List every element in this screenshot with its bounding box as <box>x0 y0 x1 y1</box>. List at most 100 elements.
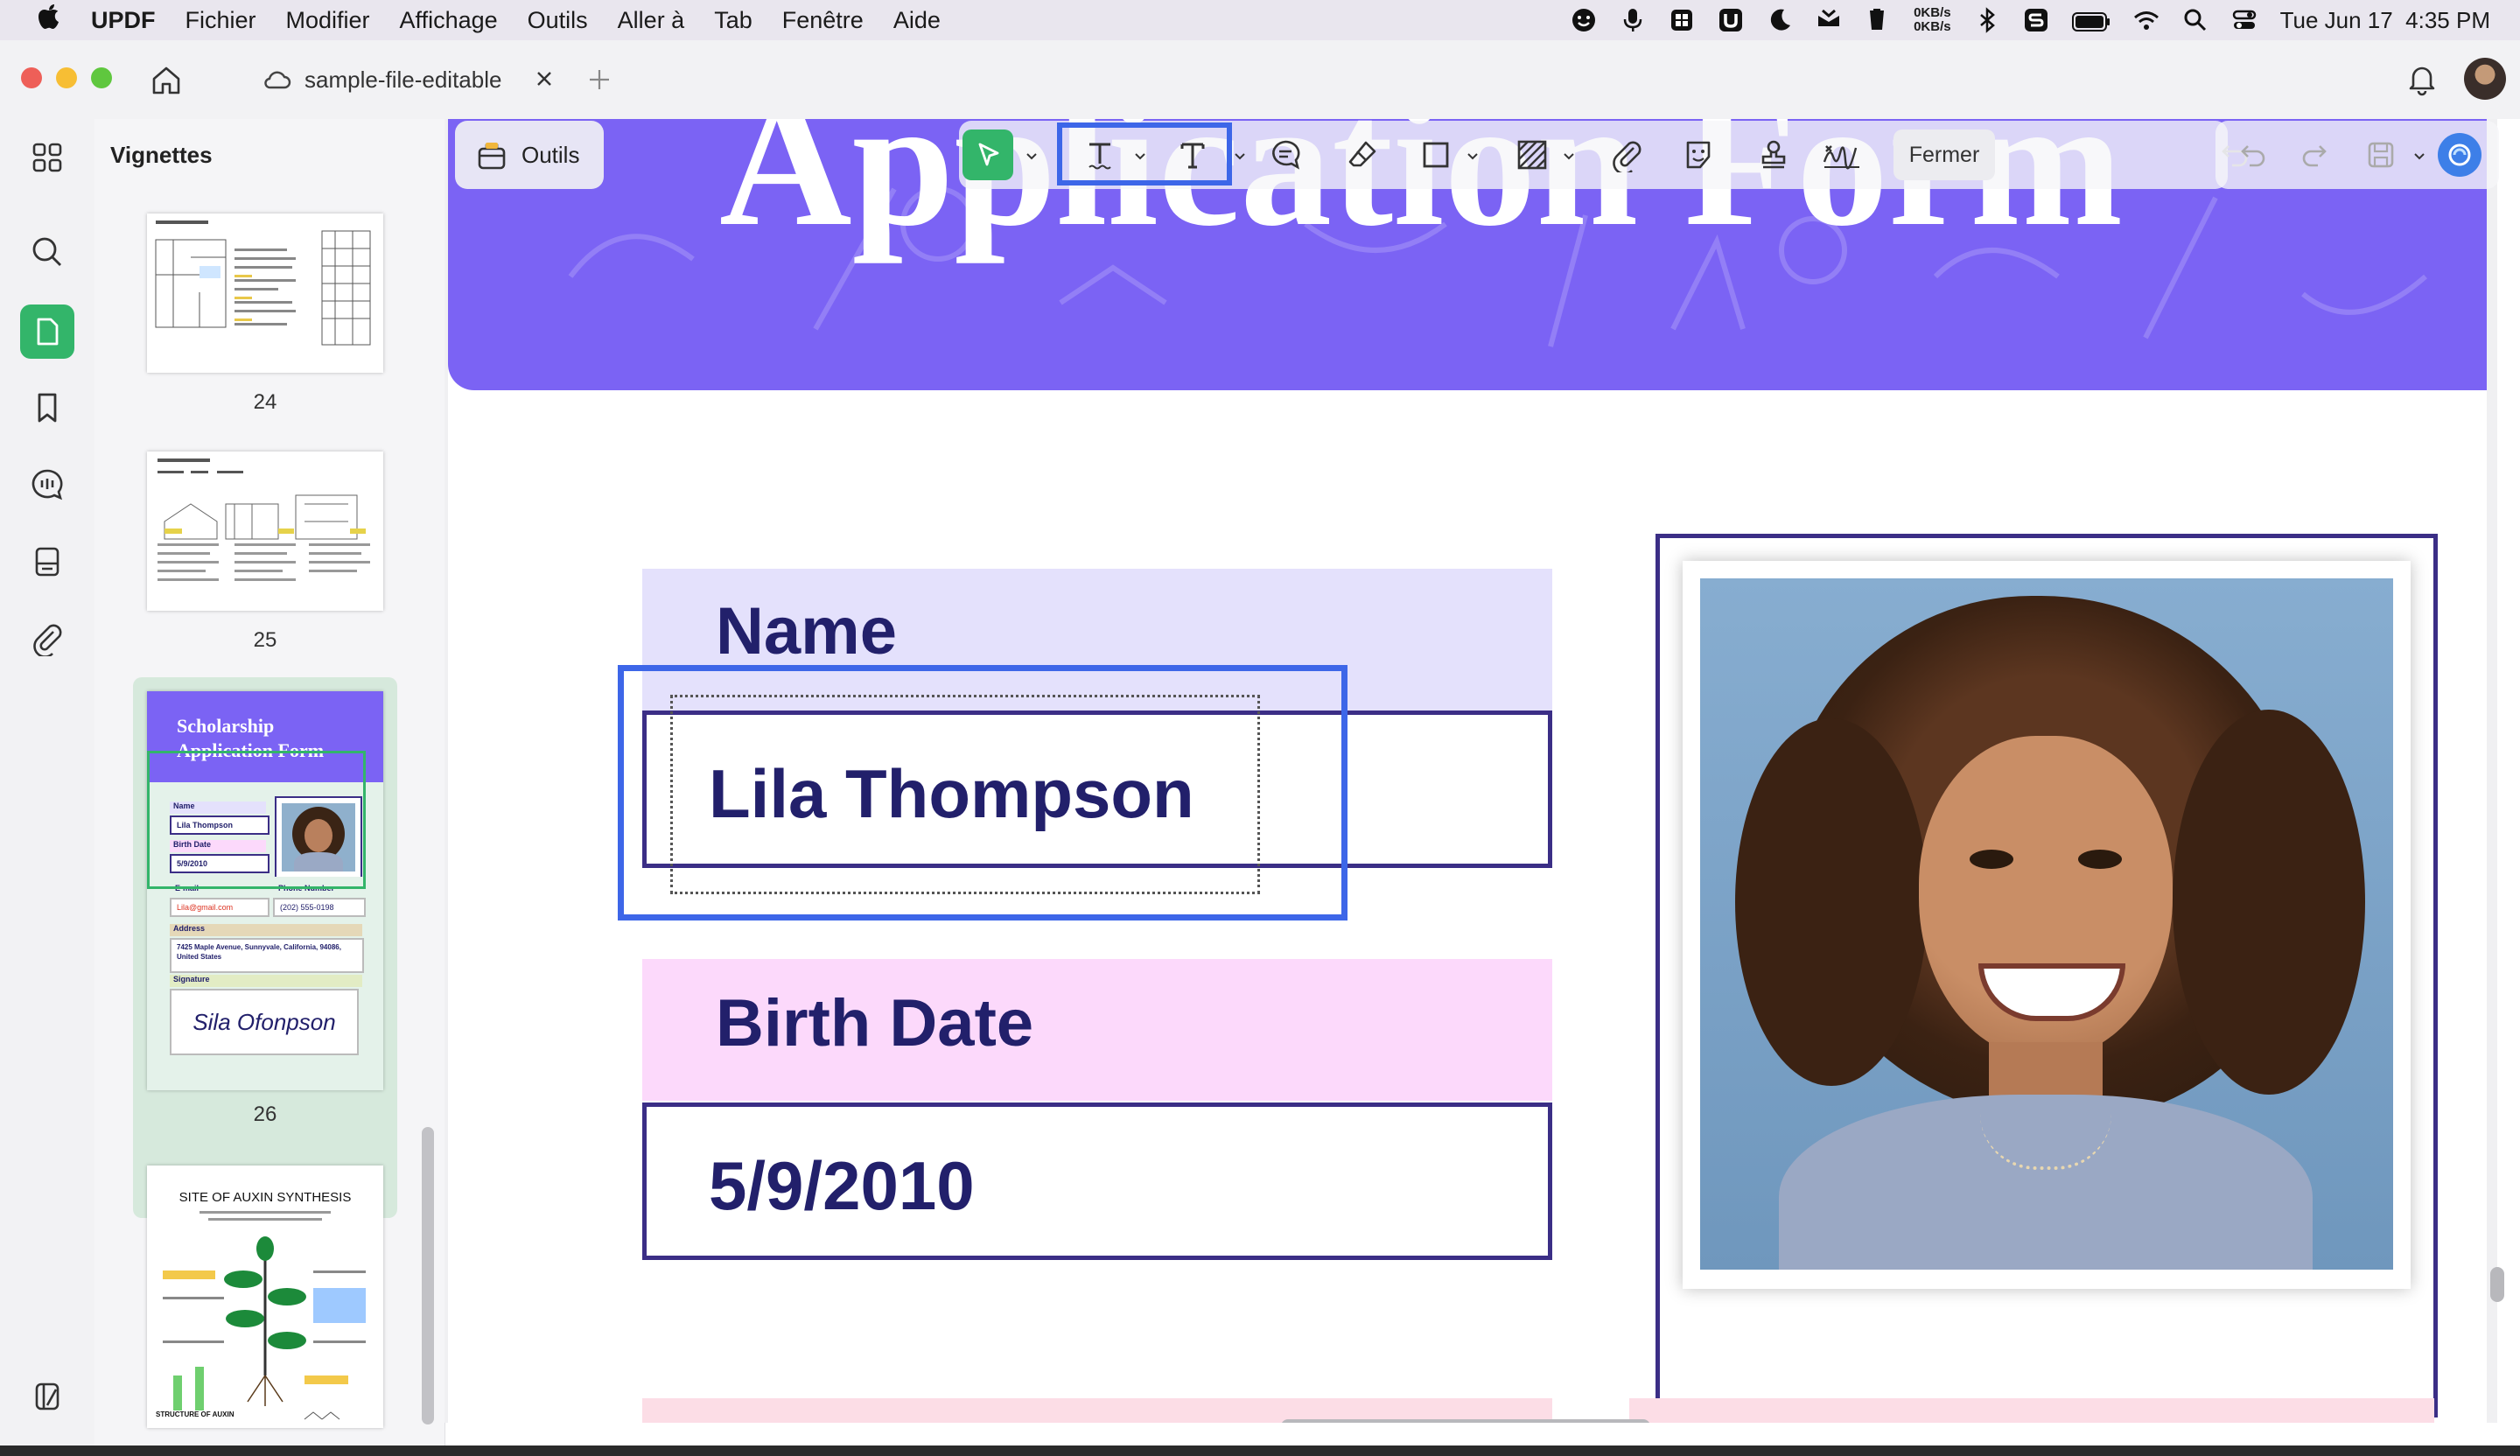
menu-fichier[interactable]: Fichier <box>186 7 256 34</box>
search-icon[interactable] <box>24 229 70 275</box>
rectangle-tool-icon[interactable] <box>1412 131 1460 178</box>
layers-icon[interactable] <box>24 1374 70 1419</box>
close-annotation-button[interactable]: Fermer <box>1894 130 1995 180</box>
menu-outils[interactable]: Outils <box>528 7 588 34</box>
network-speed: 0KB/s 0KB/s <box>1914 6 1951 34</box>
s-app-status-icon[interactable] <box>2023 7 2049 33</box>
stamp-tool-icon[interactable] <box>1750 131 1797 178</box>
ai-assistant-icon[interactable] <box>2438 133 2482 177</box>
pdf-page: Application Form Name Lila Thompson Birt… <box>448 119 2487 1423</box>
thumb-viewport-indicator[interactable] <box>147 751 366 889</box>
cloud-icon <box>262 65 292 94</box>
annotation-toolbar: Fermer <box>959 121 2248 189</box>
microphone-icon[interactable] <box>1620 7 1646 33</box>
cup-status-icon[interactable] <box>1865 7 1891 33</box>
thumbnails-panel: Vignettes 24 25 Scholarship Application … <box>94 119 445 1456</box>
user-avatar[interactable] <box>2464 58 2506 100</box>
window-bottom-edge <box>0 1446 2520 1456</box>
battery-icon[interactable] <box>2071 10 2110 32</box>
select-tool-dropdown-icon[interactable] <box>1026 152 1038 161</box>
horizontal-scrollbar[interactable] <box>1281 1419 1650 1423</box>
text-comment-tool-icon[interactable] <box>1076 131 1124 178</box>
text-box-tool-icon[interactable] <box>1169 131 1216 178</box>
signature-tool-icon[interactable] <box>1818 131 1866 178</box>
thumbnail-page-27[interactable]: SITE OF AUXIN SYNTHESIS STRUCTURE OF AUX… <box>147 1166 383 1428</box>
eraser-tool-icon[interactable] <box>1339 131 1386 178</box>
moon-icon[interactable] <box>1767 7 1793 33</box>
net-down-value: 0KB/s <box>1914 19 1951 34</box>
text-box-dropdown-icon[interactable] <box>1234 152 1246 161</box>
menu-fenetre[interactable]: Fenêtre <box>782 7 864 34</box>
close-tab-icon[interactable] <box>532 66 556 91</box>
thumb-phone-value: (202) 555-0198 <box>273 898 366 917</box>
new-tab-icon[interactable] <box>586 66 612 93</box>
tools-label: Outils <box>522 142 580 168</box>
thumb-title-line1: Scholarship <box>177 715 275 737</box>
thumbnails-scrollbar[interactable] <box>422 1127 434 1424</box>
menu-tab[interactable]: Tab <box>714 7 752 34</box>
wifi-icon[interactable] <box>2133 7 2160 33</box>
bluetooth-icon[interactable] <box>1974 7 2000 33</box>
control-center-icon[interactable] <box>2231 7 2258 33</box>
document-tab[interactable]: sample-file-editable <box>262 54 578 105</box>
thumb-signature-label: Signature <box>170 975 362 987</box>
minimize-window-button[interactable] <box>56 67 77 88</box>
note-comment-tool-icon[interactable] <box>1262 131 1309 178</box>
toolbox-icon <box>476 140 508 172</box>
next-row-band-right <box>1629 1398 2434 1423</box>
text-comment-dropdown-icon[interactable] <box>1134 152 1146 161</box>
applicant-photo <box>1700 578 2393 1270</box>
redo-icon[interactable] <box>2291 131 2338 178</box>
smiley-status-icon[interactable] <box>1571 7 1597 33</box>
thumb-auxin-footer: STRUCTURE OF AUXIN <box>156 1410 234 1418</box>
menubar-clock[interactable]: Tue Jun 17 4:35 PM <box>2280 7 2490 34</box>
shape-dropdown-icon[interactable] <box>1466 152 1479 161</box>
thumbnail-page-26[interactable]: Scholarship Application Form Name Lila T… <box>147 691 383 1090</box>
area-highlight-tool-icon[interactable] <box>1508 131 1556 178</box>
inbox-status-icon[interactable] <box>1816 7 1842 33</box>
zoom-window-button[interactable] <box>91 67 112 88</box>
attach-file-tool-icon[interactable] <box>1603 131 1650 178</box>
birth-date-value[interactable]: 5/9/2010 <box>709 1146 975 1226</box>
pages-thumbnail-icon[interactable] <box>20 304 74 359</box>
notification-bell-icon[interactable] <box>2404 61 2440 96</box>
select-tool-icon[interactable] <box>962 130 1013 180</box>
spotlight-search-icon[interactable] <box>2182 7 2208 33</box>
home-icon[interactable] <box>149 63 184 98</box>
thumb-signature-value: Sila Ofonpson <box>170 989 359 1055</box>
thumbnail-number-25: 25 <box>253 628 277 652</box>
apple-menu-icon[interactable] <box>32 3 66 38</box>
document-viewport[interactable]: Application Form Name Lila Thompson Birt… <box>444 119 2497 1423</box>
history-toolbar <box>2216 121 2499 189</box>
thumb-address-label: Address <box>170 924 362 936</box>
menu-aller-a[interactable]: Aller à <box>618 7 685 34</box>
menu-modifier[interactable]: Modifier <box>286 7 370 34</box>
menu-app-name[interactable]: UPDF <box>91 7 156 34</box>
vertical-scrollbar[interactable] <box>2490 1267 2504 1302</box>
window-tab-bar: sample-file-editable <box>0 40 2520 119</box>
area-dropdown-icon[interactable] <box>1563 152 1575 161</box>
thumbnail-page-24[interactable] <box>147 214 383 373</box>
undo-button-icon[interactable] <box>2230 131 2277 178</box>
name-label: Name <box>716 594 897 668</box>
save-icon[interactable] <box>2357 131 2404 178</box>
bookmark-icon[interactable] <box>24 385 70 430</box>
attachment-icon[interactable] <box>24 616 70 662</box>
tools-button[interactable]: Outils <box>455 121 604 189</box>
apps-grid-icon[interactable] <box>24 135 70 180</box>
sticker-tool-icon[interactable] <box>1675 131 1722 178</box>
organize-pages-icon[interactable] <box>24 539 70 584</box>
left-sidebar-rail <box>0 119 94 1456</box>
close-window-button[interactable] <box>21 67 42 88</box>
grid-status-icon[interactable] <box>1669 7 1695 33</box>
thumbnail-number-24: 24 <box>253 390 277 414</box>
menu-bar: UPDF Fichier Modifier Affichage Outils A… <box>0 0 2520 40</box>
save-dropdown-icon[interactable] <box>2413 152 2426 161</box>
updf-status-icon[interactable] <box>1718 7 1744 33</box>
menu-aide[interactable]: Aide <box>893 7 941 34</box>
comments-icon[interactable] <box>24 462 70 508</box>
menu-affichage[interactable]: Affichage <box>400 7 498 34</box>
text-selection-frame[interactable] <box>618 665 1348 920</box>
thumbnail-page-25[interactable] <box>147 452 383 611</box>
thumb-email-value: Lila@gmail.com <box>170 898 270 917</box>
